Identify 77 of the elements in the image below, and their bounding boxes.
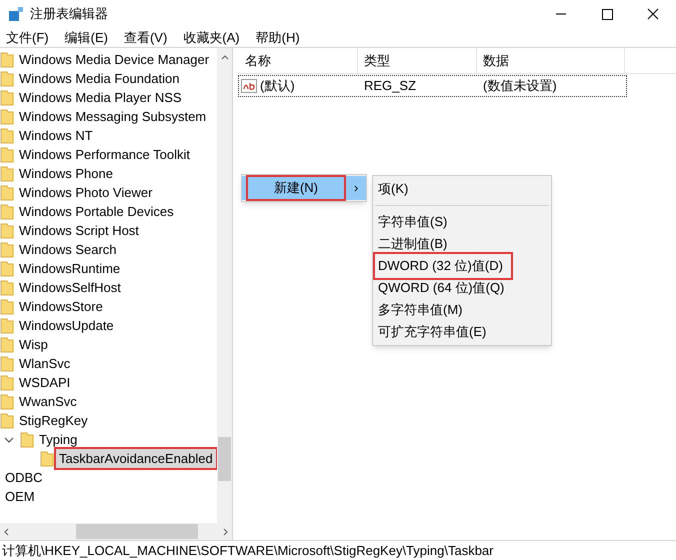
tree-item[interactable]: Windows Phone [16,164,116,184]
tree-item[interactable]: Windows Script Host [16,220,142,240]
folder-icon [0,336,14,352]
submenu-item[interactable]: 项(K) [375,179,412,199]
tree-item[interactable]: Windows Photo Viewer [16,182,156,202]
tree-item[interactable]: Windows Media Foundation [16,68,182,88]
tree-item[interactable]: Windows Performance Toolkit [16,144,193,164]
folder-icon [0,394,14,410]
folder-icon [0,242,14,258]
tree-item[interactable]: WSDAPI [16,372,74,392]
window-title: 注册表编辑器 [30,5,108,24]
folder-icon [0,128,14,144]
horizontal-scrollbar[interactable] [0,523,232,540]
tree-item[interactable]: Windows Media Device Manager [16,50,212,70]
submenu-arrow: › [354,179,358,198]
scrollbar-thumb[interactable] [76,524,198,539]
folder-icon [0,90,14,106]
folder-icon [40,450,54,466]
tree-item[interactable]: Windows Media Player NSS [16,88,185,108]
folder-icon [0,260,14,276]
submenu-item[interactable]: 二进制值(B) [375,234,450,254]
scrollbar-thumb[interactable] [218,437,231,481]
folder-icon [0,52,14,68]
tree-item[interactable]: WlanSvc [16,354,74,374]
folder-icon [0,70,14,86]
submenu-item[interactable]: DWORD (32 位)值(D) [375,254,511,278]
tree-item[interactable]: WindowsUpdate [16,316,117,336]
menu-item[interactable]: 查看(V) [124,28,168,48]
folder-icon [0,108,14,124]
folder-icon [0,318,14,334]
folder-icon [0,222,14,238]
chevron-icon[interactable] [4,434,14,444]
tree-item[interactable]: Typing [36,430,80,450]
tree-item[interactable]: OEM [2,486,38,506]
menu-item[interactable]: 收藏夹(A) [183,28,240,48]
menu-entry[interactable]: 新建(N) › [242,176,366,200]
tree-item[interactable]: Windows Search [16,240,120,260]
tree-item[interactable]: Windows NT [16,126,96,146]
tree-item[interactable]: StigRegKey [16,410,91,430]
value-type: REG_SZ [363,77,418,96]
tree-item[interactable]: WwanSvc [16,392,80,412]
menu-label: 新建(N) [248,177,344,199]
value-data: (数值未设置) [482,77,558,96]
folder-icon [0,184,14,200]
folder-icon [0,166,14,182]
column-header[interactable]: 数据 [477,48,625,73]
submenu-item[interactable]: 字符串值(S) [375,212,450,232]
status-bar-path: 计算机\HKEY_LOCAL_MACHINE\SOFTWARE\Microsoft\StigRegKey\Typing\Taskbar [2,542,494,560]
folder-icon [0,204,14,220]
menu-item[interactable]: 文件(F) [6,28,49,48]
vertical-scrollbar[interactable] [217,48,232,523]
tree-item[interactable]: TaskbarAvoidanceEnabled [56,448,216,468]
tree-item[interactable]: WindowsRuntime [16,258,124,278]
folder-icon [0,374,14,390]
tree-item[interactable]: WindowsSelfHost [16,278,124,298]
tree-item[interactable]: Wisp [16,334,51,354]
menu-item[interactable]: 编辑(E) [64,28,108,48]
menu-item[interactable]: 帮助(H) [256,28,300,48]
folder-icon [0,356,14,372]
folder-icon [0,298,14,314]
tree-item[interactable]: Windows Portable Devices [16,202,177,222]
column-header[interactable]: 名称 [239,48,358,73]
folder-icon [0,146,14,162]
value-name: (默认) [260,77,295,96]
folder-icon [0,280,14,296]
submenu-item[interactable]: 多字符串值(M) [375,300,466,320]
tree-item[interactable]: WindowsStore [16,296,106,316]
value-row[interactable]: (默认) REG_SZ (数值未设置) [239,76,626,96]
registry-icon [8,6,24,22]
string-value-icon [241,79,257,93]
submenu-item[interactable]: 可扩充字符串值(E) [375,322,490,342]
folder-icon [20,432,34,448]
submenu-item[interactable]: QWORD (64 位)值(Q) [375,278,508,298]
folder-icon [0,412,14,428]
tree-item[interactable]: Windows Messaging Subsystem [16,106,210,126]
column-header[interactable]: 类型 [358,48,477,73]
tree-item[interactable]: ODBC [2,468,46,488]
